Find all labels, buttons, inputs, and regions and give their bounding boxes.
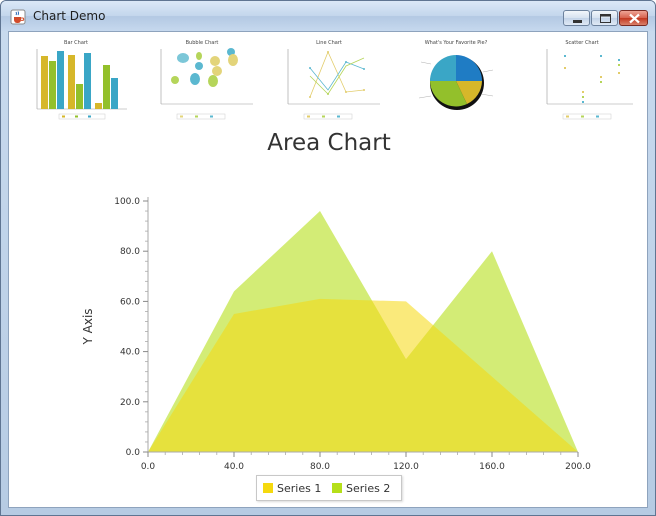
chart-demo-window: Chart Demo Bar Chart Bubble Chart Line C… [0,0,656,516]
y-tick-label: 20.0 [120,398,140,408]
y-tick-label: 0.0 [126,448,141,458]
x-tick-label: 120.0 [393,462,419,472]
window-title: Chart Demo [33,9,106,23]
area-chart: Area Chart 0.0 20.0 40.0 60.0 80.0 100.0 0.0 40… [9,128,649,509]
x-tick-label: 40.0 [224,462,244,472]
maximize-icon [600,14,611,23]
line-chart-thumbnail-graphic [287,49,380,120]
close-icon [629,13,640,24]
y-tick-label: 60.0 [120,297,140,307]
pie-chart-thumbnail-graphic [418,55,494,110]
java-cup-icon [10,9,26,25]
thumbnail-pie-chart[interactable]: What's Your Favorite Pie? [401,34,511,120]
minimize-button[interactable] [563,10,590,26]
scatter-chart-thumbnail-graphic [546,49,633,120]
thumbnail-bubble-chart[interactable]: Bubble Chart [147,34,257,120]
thumbnail-scatter-chart[interactable]: Scatter Chart [527,34,637,120]
chart-legend: Series 1 Series 2 [256,475,402,501]
x-tick-label: 160.0 [479,462,505,472]
area-chart-plot: 0.0 20.0 40.0 60.0 80.0 100.0 0.0 40.0 80.0 120.0… [81,197,591,490]
thumbnail-strip: Bar Chart Bubble Chart Line Chart What's… [9,32,649,124]
bar-chart-thumbnail-graphic [36,49,127,120]
title-bar[interactable]: Chart Demo [1,1,655,31]
legend-label-series-1: Series 1 [277,482,322,495]
bubble-chart-thumbnail-graphic [160,48,253,120]
thumbnail-bar-chart[interactable]: Bar Chart [21,34,131,120]
thumbnail-line-chart[interactable]: Line Chart [274,34,384,120]
y-tick-label: 80.0 [120,247,140,257]
chart-content-panel: Bar Chart Bubble Chart Line Chart What's… [8,31,648,508]
x-tick-label: 0.0 [141,462,156,472]
maximize-button[interactable] [591,10,618,26]
x-tick-label: 200.0 [565,462,591,472]
y-tick-label: 40.0 [120,348,140,358]
y-axis-label: Y Axis [81,308,95,345]
close-button[interactable] [619,10,648,26]
legend-label-series-2: Series 2 [346,482,391,495]
legend-swatch-series-1 [263,483,273,493]
minimize-icon [573,20,582,23]
x-tick-label: 80.0 [310,462,330,472]
y-tick-label: 100.0 [114,197,140,207]
legend-swatch-series-2 [332,483,342,493]
